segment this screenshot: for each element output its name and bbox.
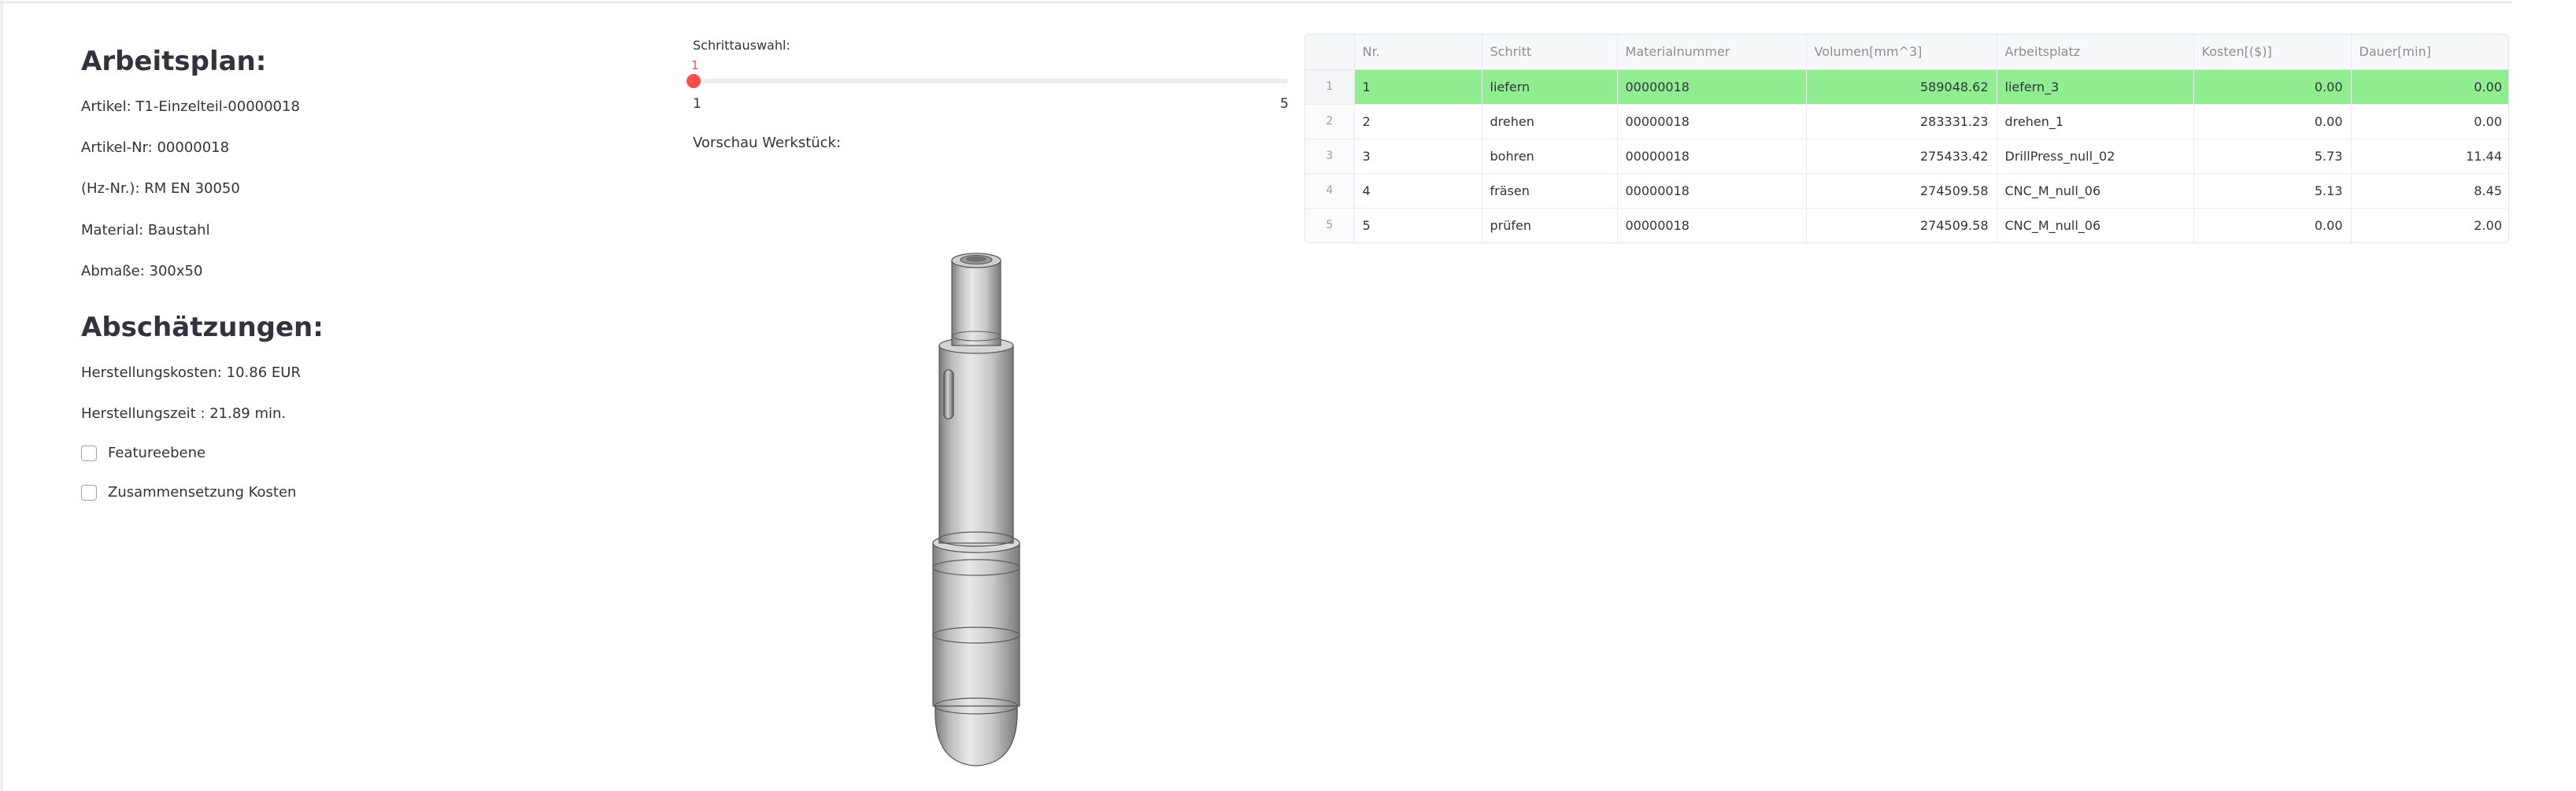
table-row[interactable]: 4 4 fräsen 00000018 274509.58 CNC_M_null… [1305, 173, 2508, 209]
zusammensetzung-kosten-label: Zusammensetzung Kosten [108, 484, 297, 501]
table-row[interactable]: 2 2 drehen 00000018 283331.23 drehen_1 0… [1305, 104, 2508, 139]
table-row[interactable]: 5 5 prüfen 00000018 274509.58 CNC_M_null… [1305, 208, 2508, 242]
cell-arbeitsplatz[interactable]: CNC_M_null_06 [1997, 208, 2194, 242]
top-divider [0, 0, 2511, 3]
workpiece-3d-preview[interactable] [929, 248, 1023, 767]
slider-max-label: 5 [1280, 96, 1289, 112]
abschaetzungen-heading: Abschätzungen: [81, 312, 324, 343]
table-row[interactable]: 3 3 bohren 00000018 275433.42 DrillPress… [1305, 139, 2508, 174]
cell-schritt[interactable]: fräsen [1482, 173, 1618, 209]
column-header-materialnummer[interactable]: Materialnummer [1617, 35, 1807, 70]
cell-volumen[interactable]: 274509.58 [1806, 173, 1997, 209]
cell-materialnummer[interactable]: 00000018 [1617, 104, 1807, 139]
arbeitsplan-heading: Arbeitsplan: [81, 46, 267, 77]
cell-schritt[interactable]: prüfen [1482, 208, 1618, 242]
column-header-arbeitsplatz[interactable]: Arbeitsplatz [1997, 35, 2194, 70]
cell-nr[interactable]: 3 [1354, 139, 1482, 174]
cell-volumen[interactable]: 275433.42 [1806, 139, 1997, 174]
cell-schritt[interactable]: bohren [1482, 139, 1618, 174]
checkbox-box[interactable] [81, 484, 97, 501]
preview-label: Vorschau Werkstück: [693, 135, 842, 151]
slider-current-value: 1 [691, 58, 699, 72]
featureebene-label: Featureebene [108, 445, 206, 461]
cell-dauer[interactable]: 11.44 [2351, 139, 2508, 174]
table-header-row: Nr. Schritt Materialnummer Volumen[mm^3]… [1305, 35, 2508, 70]
hz-nr-text: (Hz-Nr.): RM EN 30050 [81, 180, 240, 197]
schrittauswahl-slider[interactable] [687, 74, 1288, 88]
zusammensetzung-kosten-checkbox[interactable]: Zusammensetzung Kosten [81, 484, 296, 501]
abmasse-text: Abmaße: 300x50 [81, 263, 203, 279]
cell-volumen[interactable]: 589048.62 [1806, 69, 1997, 105]
slider-min-label: 1 [693, 96, 701, 112]
table-row[interactable]: 1 1 liefern 00000018 589048.62 liefern_3… [1305, 69, 2508, 105]
cell-nr[interactable]: 4 [1354, 173, 1482, 209]
column-header-dauer[interactable]: Dauer[min] [2351, 35, 2508, 70]
slider-label: Schrittauswahl: [693, 38, 790, 53]
herstellungskosten-text: Herstellungskosten: 10.86 EUR [81, 364, 301, 381]
cell-dauer[interactable]: 0.00 [2351, 69, 2508, 105]
row-index: 5 [1305, 208, 1355, 242]
row-index: 2 [1305, 104, 1355, 139]
herstellungszeit-text: Herstellungszeit : 21.89 min. [81, 405, 287, 422]
artikel-text: Artikel: T1-Einzelteil-00000018 [81, 98, 300, 115]
row-index: 3 [1305, 139, 1355, 174]
arbeitsplan-table[interactable]: Nr. Schritt Materialnummer Volumen[mm^3]… [1305, 34, 2509, 243]
cell-materialnummer[interactable]: 00000018 [1617, 69, 1807, 105]
slider-thumb[interactable] [687, 74, 701, 88]
cell-volumen[interactable]: 283331.23 [1806, 104, 1997, 139]
cell-arbeitsplatz[interactable]: CNC_M_null_06 [1997, 173, 2194, 209]
cell-kosten[interactable]: 5.13 [2193, 173, 2352, 209]
cell-nr[interactable]: 5 [1354, 208, 1482, 242]
cell-dauer[interactable]: 2.00 [2351, 208, 2508, 242]
index-header [1305, 35, 1355, 70]
column-header-schritt[interactable]: Schritt [1482, 35, 1618, 70]
artikel-nr-text: Artikel-Nr: 00000018 [81, 139, 230, 156]
cell-arbeitsplatz[interactable]: drehen_1 [1997, 104, 2194, 139]
cell-volumen[interactable]: 274509.58 [1806, 208, 1997, 242]
column-header-nr[interactable]: Nr. [1354, 35, 1482, 70]
cell-materialnummer[interactable]: 00000018 [1617, 173, 1807, 209]
featureebene-checkbox[interactable]: Featureebene [81, 445, 205, 461]
material-text: Material: Baustahl [81, 222, 210, 238]
cell-materialnummer[interactable]: 00000018 [1617, 139, 1807, 174]
checkbox-box[interactable] [81, 445, 97, 461]
cell-nr[interactable]: 1 [1354, 69, 1482, 105]
row-index: 1 [1305, 69, 1355, 105]
column-header-volumen[interactable]: Volumen[mm^3] [1806, 35, 1997, 70]
cell-dauer[interactable]: 0.00 [2351, 104, 2508, 139]
cell-schritt[interactable]: liefern [1482, 69, 1618, 105]
cell-kosten[interactable]: 0.00 [2193, 69, 2352, 105]
row-index: 4 [1305, 173, 1355, 209]
column-header-kosten[interactable]: Kosten[($)] [2193, 35, 2352, 70]
cell-arbeitsplatz[interactable]: DrillPress_null_02 [1997, 139, 2194, 174]
cell-kosten[interactable]: 0.00 [2193, 104, 2352, 139]
cell-schritt[interactable]: drehen [1482, 104, 1618, 139]
cell-materialnummer[interactable]: 00000018 [1617, 208, 1807, 242]
left-edge [0, 0, 3, 791]
cell-dauer[interactable]: 8.45 [2351, 173, 2508, 209]
cell-kosten[interactable]: 0.00 [2193, 208, 2352, 242]
cell-kosten[interactable]: 5.73 [2193, 139, 2352, 174]
cell-nr[interactable]: 2 [1354, 104, 1482, 139]
cell-arbeitsplatz[interactable]: liefern_3 [1997, 69, 2194, 105]
